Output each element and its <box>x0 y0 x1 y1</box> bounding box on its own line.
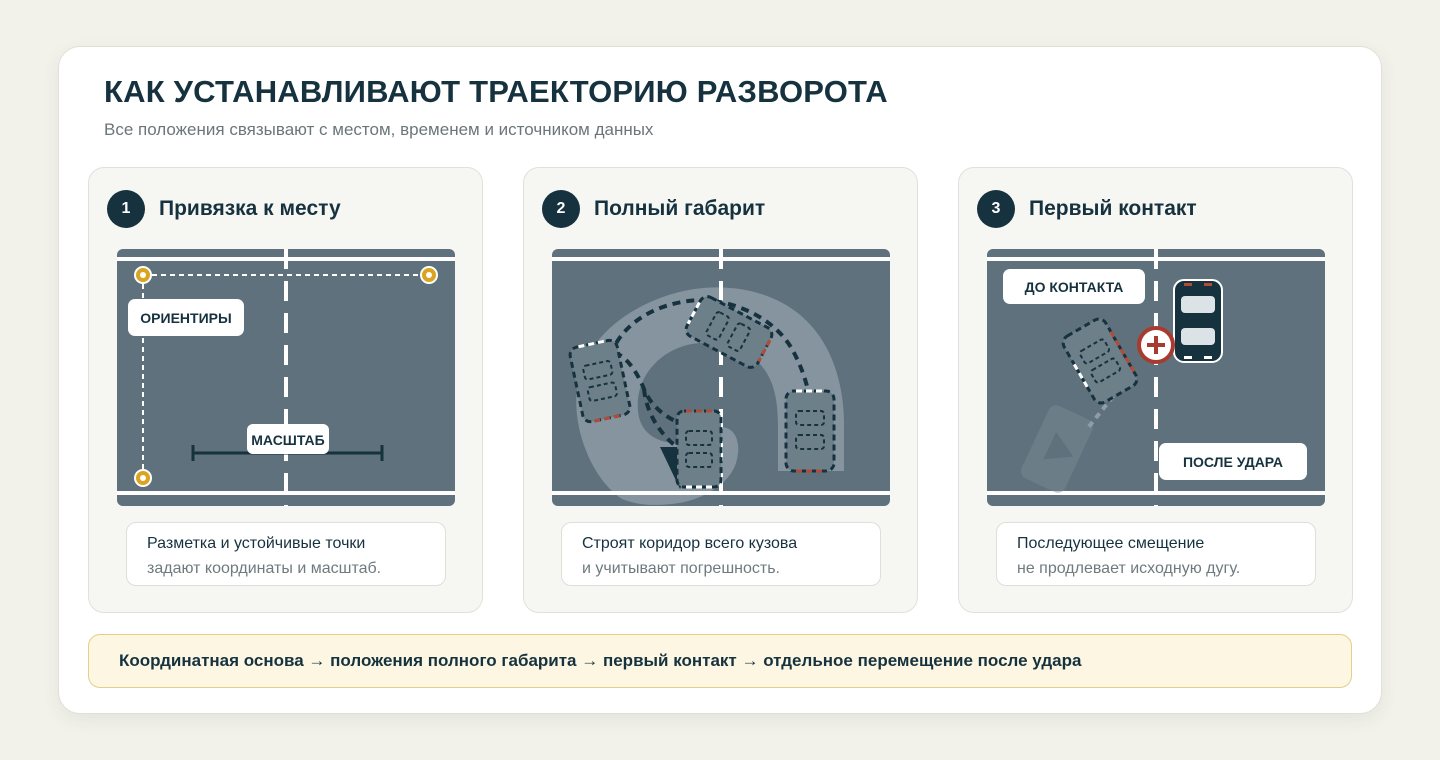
step-number-badge: 1 <box>107 190 145 228</box>
step-panel-3: 3 Первый контакт ДО КОНТАКТА ПОСЛЕ УДАРА… <box>958 167 1353 613</box>
step-number-badge: 2 <box>542 190 580 228</box>
envelope-scene <box>552 249 890 506</box>
scale-label: МАСШТАБ <box>247 424 329 454</box>
landmark-pin-icon <box>134 266 152 284</box>
page-subtitle: Все положения связывают с местом, времен… <box>104 120 654 139</box>
landmarks-label: ОРИЕНТИРЫ <box>128 299 244 336</box>
before-contact-label: ДО КОНТАКТА <box>1003 269 1145 304</box>
step-title: Привязка к месту <box>159 197 341 220</box>
after-impact-label: ПОСЛЕ УДАРА <box>1159 443 1307 480</box>
step-panel-1: 1 Привязка к месту ОРИЕНТИРЫ МАСШТАБ Раз… <box>88 167 483 613</box>
step-title: Полный габарит <box>594 197 766 220</box>
contact-scene: ДО КОНТАКТА ПОСЛЕ УДАРА <box>987 249 1325 506</box>
step-title: Первый контакт <box>1029 197 1197 220</box>
svg-text:ПОСЛЕ УДАРА: ПОСЛЕ УДАРА <box>1183 454 1283 470</box>
contact-cross-icon <box>1137 326 1175 364</box>
parked-car-icon <box>1173 279 1223 363</box>
svg-text:МАСШТАБ: МАСШТАБ <box>251 432 324 448</box>
page-title: КАК УСТАНАВЛИВАЮТ ТРАЕКТОРИЮ РАЗВОРОТА <box>104 74 888 109</box>
car-outline-icon <box>784 389 836 473</box>
step-caption: Последующее смещение не продлевает исход… <box>996 522 1316 586</box>
landmark-pin-icon <box>134 469 152 487</box>
car-outline-icon <box>675 409 723 489</box>
svg-text:ОРИЕНТИРЫ: ОРИЕНТИРЫ <box>140 310 231 326</box>
step-number-badge: 3 <box>977 190 1015 228</box>
summary-banner: Координатная основа → положения полного … <box>88 634 1352 688</box>
step-caption: Разметка и устойчивые точки задают коорд… <box>126 522 446 586</box>
landmark-scene: ОРИЕНТИРЫ МАСШТАБ <box>117 249 455 506</box>
step-caption: Строят коридор всего кузова и учитывают … <box>561 522 881 586</box>
svg-text:ДО КОНТАКТА: ДО КОНТАКТА <box>1025 279 1124 295</box>
step-panel-2: 2 Полный габарит Строят коридор всего ку… <box>523 167 918 613</box>
landmark-pin-icon <box>420 266 438 284</box>
